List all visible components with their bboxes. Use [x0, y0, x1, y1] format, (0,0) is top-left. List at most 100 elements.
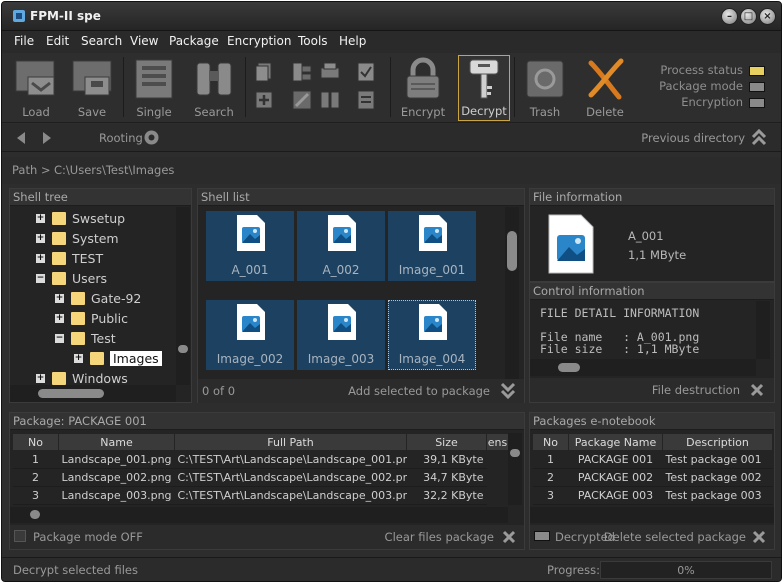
tree-scroll-thumb[interactable] — [178, 345, 188, 353]
column-header[interactable]: No — [12, 433, 59, 451]
menu-view[interactable]: View — [130, 34, 158, 48]
control-horizontal-scrollbar[interactable] — [530, 359, 756, 376]
close-button[interactable]: × — [759, 8, 776, 25]
table-cell: 2 — [532, 468, 569, 487]
copy-icon[interactable] — [253, 61, 275, 83]
table-row[interactable]: 2 PACKAGE 002 Test package 002 — [532, 468, 773, 487]
trash-button[interactable]: Trash — [518, 55, 572, 121]
column-header[interactable]: Size — [406, 433, 487, 451]
column-header[interactable]: ens — [486, 433, 509, 451]
menu-help[interactable]: Help — [339, 34, 366, 48]
back-arrow-icon[interactable] — [14, 131, 28, 145]
single-button[interactable]: Single — [126, 55, 182, 121]
package-vertical-scrollbar[interactable] — [508, 433, 522, 505]
decrypt-button[interactable]: Decrypt — [458, 55, 510, 121]
binoculars-icon — [196, 62, 232, 96]
notebook-horizontal-scrollbar[interactable] — [530, 507, 774, 523]
tree-expander-icon[interactable]: + — [36, 234, 45, 243]
control-hscroll-thumb[interactable] — [558, 363, 580, 372]
clear-files-package-link[interactable]: Clear files package — [385, 530, 494, 544]
table-cell: 39,1 KByte — [406, 450, 487, 469]
notebook-footer: Decrypted Delete selected package — [530, 525, 774, 549]
maximize-button[interactable]: □ — [740, 8, 757, 25]
minimize-button[interactable]: – — [721, 8, 738, 25]
column-header[interactable]: Package Name — [568, 433, 663, 451]
forward-arrow-icon[interactable] — [40, 131, 54, 145]
checklist-icon[interactable] — [355, 61, 377, 83]
recycle-bin-icon — [526, 60, 564, 98]
tree-expander-icon[interactable]: + — [36, 214, 45, 223]
encrypt-button[interactable]: Encrypt — [395, 55, 451, 121]
tree-expander-icon[interactable]: − — [55, 334, 64, 343]
package-scroll-thumb[interactable] — [510, 449, 520, 457]
file-tile[interactable]: A_002 — [297, 211, 385, 281]
file-tile[interactable]: Image_002 — [206, 300, 294, 370]
add-selected-to-package-link[interactable]: Add selected to package — [348, 384, 490, 398]
menu-encryption[interactable]: Encryption — [227, 34, 291, 48]
file-destruction-link[interactable]: File destruction — [652, 383, 740, 397]
columns-icon[interactable] — [319, 89, 341, 111]
control-vertical-scrollbar[interactable] — [756, 301, 770, 359]
table-cell: Test package 002 — [662, 468, 773, 487]
menu-file[interactable]: File — [14, 34, 34, 48]
package-mode-checkbox[interactable] — [14, 530, 26, 542]
progress-value: 0% — [677, 564, 695, 577]
column-header[interactable]: Full Path — [174, 433, 407, 451]
clear-x-icon[interactable] — [502, 530, 516, 544]
column-header[interactable]: Description — [662, 433, 773, 451]
double-chevron-down-icon[interactable] — [500, 382, 516, 400]
print-icon[interactable] — [319, 61, 341, 83]
save-button[interactable]: Save — [64, 55, 120, 121]
tree-expander-icon[interactable]: − — [36, 274, 45, 283]
path-value[interactable]: C:\Users\Test\Images — [54, 163, 174, 177]
column-header[interactable]: No — [532, 433, 569, 451]
menu-search[interactable]: Search — [81, 34, 122, 48]
progress-bar: 0% — [600, 561, 772, 579]
table-row[interactable]: 2 Landscape_002.png C:\TEST\Art\Landscape\… — [12, 468, 509, 487]
table-row[interactable]: 1 PACKAGE 001 Test package 001 — [532, 450, 773, 469]
tree-item-label: Swsetup — [72, 211, 126, 226]
table-row[interactable]: 3 Landscape_003.png C:\TEST\Art\Landscape\… — [12, 486, 509, 505]
image-file-icon — [419, 215, 447, 251]
refresh-icon[interactable] — [143, 129, 160, 146]
file-tile[interactable]: Image_003 — [297, 300, 385, 370]
table-row[interactable]: 3 PACKAGE 003 Test package 003 — [532, 486, 773, 505]
package-hscroll-thumb[interactable] — [30, 510, 40, 519]
encryption-led — [749, 97, 765, 108]
file-count: 0 of 0 — [202, 384, 236, 398]
tree-expander-icon[interactable]: + — [55, 294, 64, 303]
list-scroll-thumb[interactable] — [507, 231, 517, 271]
tree-horizontal-scrollbar[interactable] — [10, 385, 176, 402]
column-header[interactable]: Name — [58, 433, 175, 451]
folder-tree-icon[interactable] — [291, 61, 313, 83]
tree-expander-icon[interactable]: + — [36, 254, 45, 263]
tools-icon[interactable] — [291, 89, 313, 111]
document-list-icon[interactable] — [355, 89, 377, 111]
destroy-x-icon[interactable] — [750, 383, 764, 397]
package-horizontal-scrollbar[interactable] — [10, 507, 508, 523]
double-chevron-up-icon[interactable] — [751, 129, 767, 146]
add-file-icon[interactable] — [253, 89, 275, 111]
delete-package-x-icon[interactable] — [752, 530, 766, 544]
menu-tools[interactable]: Tools — [298, 34, 328, 48]
delete-button[interactable]: Delete — [578, 55, 632, 121]
tree-expander-icon[interactable]: + — [55, 314, 64, 323]
delete-selected-package-link[interactable]: Delete selected package — [604, 530, 746, 544]
tree-expander-icon[interactable]: + — [36, 374, 45, 383]
tree-vertical-scrollbar[interactable] — [176, 207, 190, 385]
process-status-indicator: Process status — [660, 63, 765, 77]
menu-edit[interactable]: Edit — [46, 34, 69, 48]
file-tile[interactable]: Image_004 — [388, 300, 476, 370]
menu-package[interactable]: Package — [169, 34, 219, 48]
tree-expander-icon[interactable]: + — [74, 354, 83, 363]
save-icon — [72, 60, 112, 96]
list-vertical-scrollbar[interactable] — [505, 207, 519, 379]
file-tile[interactable]: Image_001 — [388, 211, 476, 281]
search-button[interactable]: Search — [186, 55, 242, 121]
tree-hscroll-thumb[interactable] — [38, 389, 104, 398]
table-row[interactable]: 1 Landscape_001.png C:\TEST\Art\Landscape\… — [12, 450, 509, 469]
file-tile[interactable]: A_001 — [206, 211, 294, 281]
rooting-label: Rooting — [99, 131, 143, 145]
window-title: FPM-II spe — [30, 9, 101, 23]
load-button[interactable]: Load — [8, 55, 64, 121]
